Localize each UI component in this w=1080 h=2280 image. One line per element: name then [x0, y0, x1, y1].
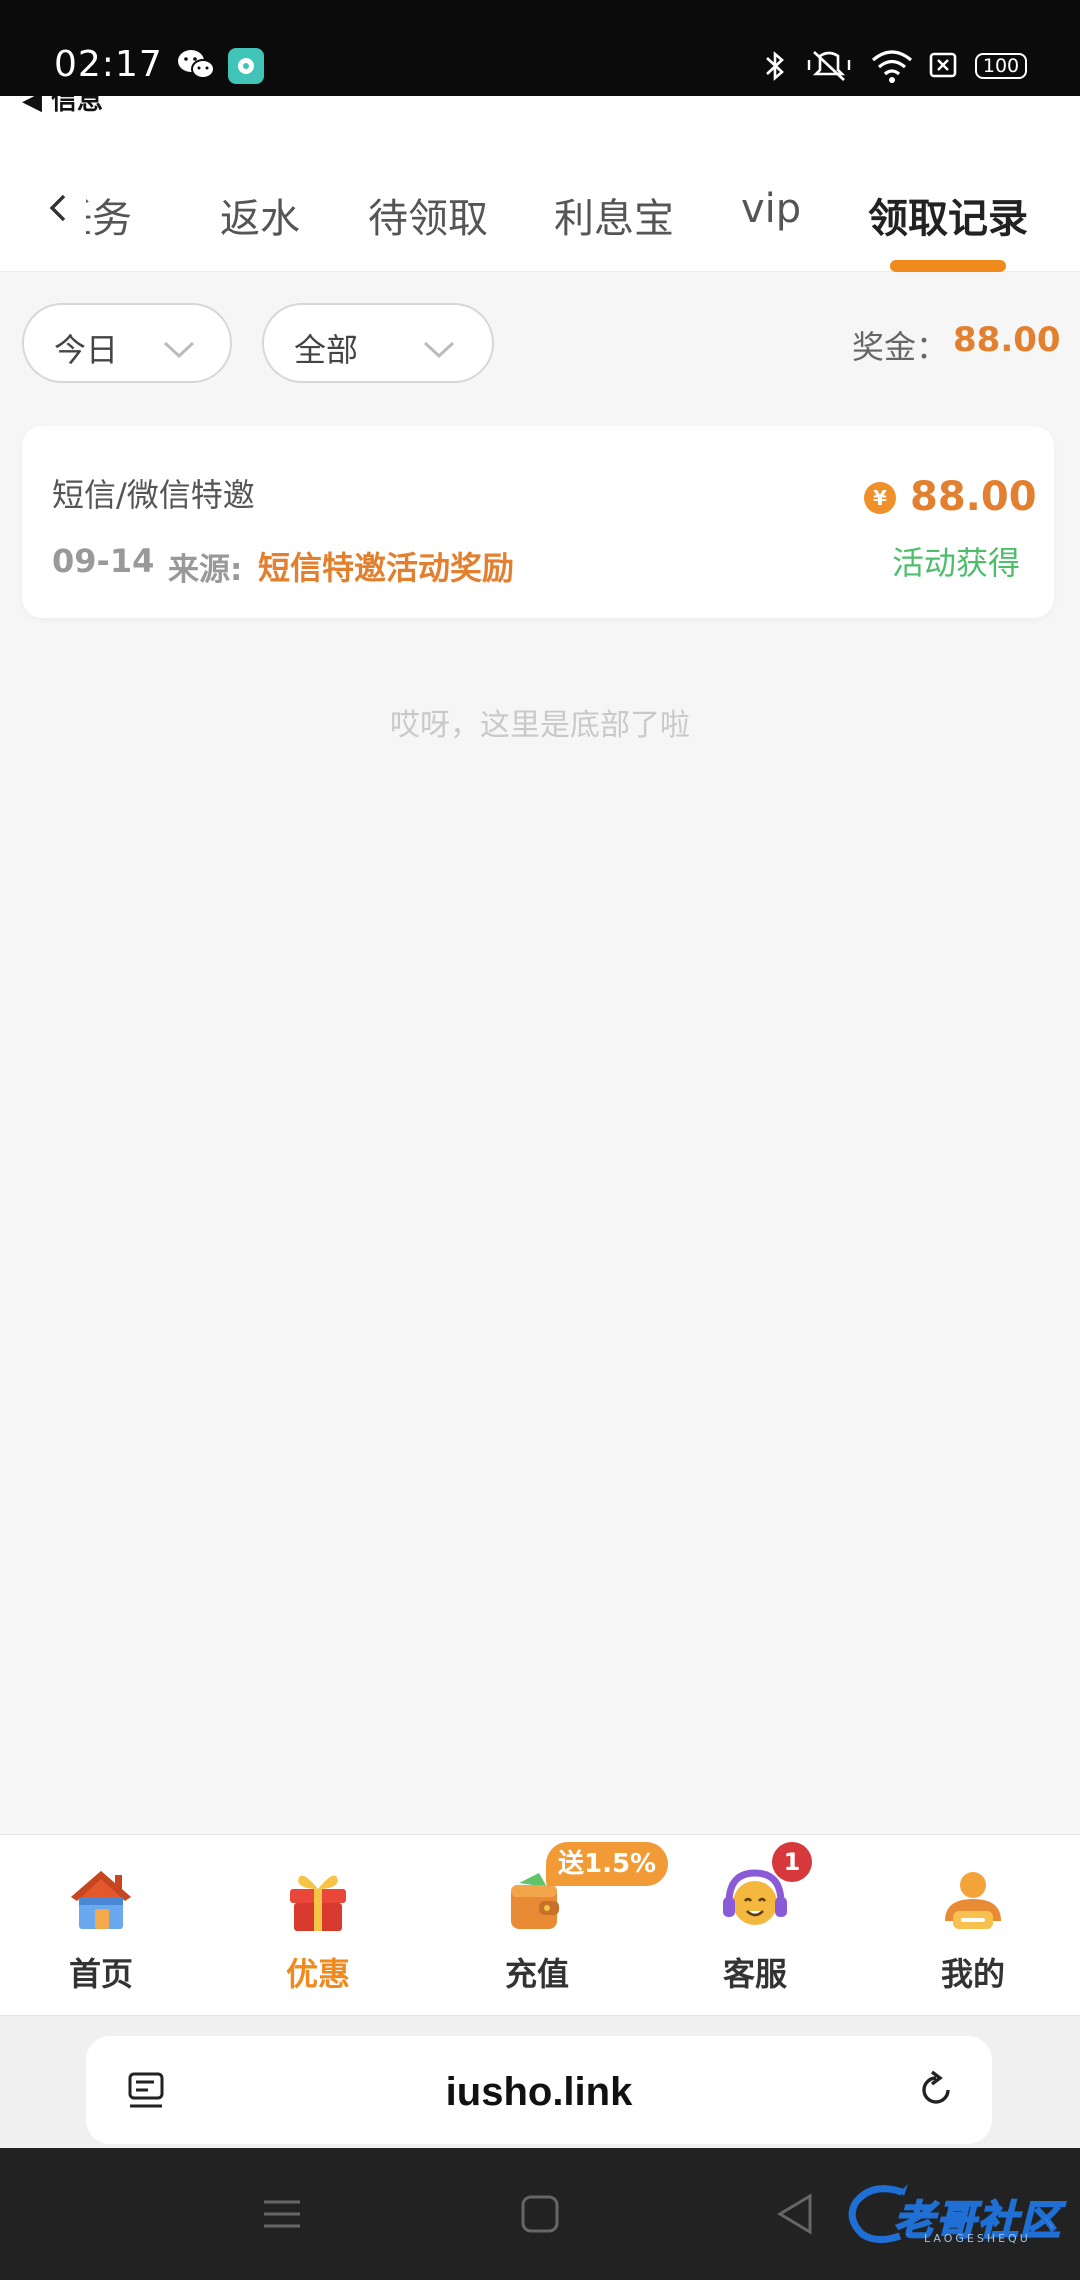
back-triangle-icon[interactable]	[776, 2192, 816, 2240]
system-navigation-bar: 老哥社区 LAOGESHEQU	[0, 2148, 1080, 2280]
browser-toolbar: iusho.link	[0, 2016, 1080, 2148]
type-filter-value: 全部	[294, 331, 359, 369]
nav-customer-service-label: 客服	[722, 1955, 787, 1993]
record-status: 活动获得	[892, 544, 1021, 582]
top-header: ◀ 信息 任务 返水 待领取 利息宝 vip 领取记录	[0, 96, 1080, 272]
active-tab-indicator	[890, 260, 1006, 272]
tab-interest[interactable]: 利息宝	[554, 186, 674, 244]
nav-profile-label: 我的	[940, 1955, 1005, 1993]
battery-icon: 100	[975, 53, 1027, 79]
url-text: iusho.link	[445, 2070, 633, 2114]
wifi-icon	[870, 48, 914, 88]
nav-home[interactable]: 首页	[26, 1835, 176, 2017]
date-filter-value: 今日	[54, 331, 119, 369]
tab-task-clip: 任务	[86, 96, 146, 272]
profile-icon	[935, 1861, 1011, 1937]
bonus-total-label: 奖金：	[852, 328, 949, 366]
chevron-down-icon	[162, 331, 196, 369]
record-source-label: 来源:	[168, 552, 243, 588]
deposit-bonus-tag: 送1.5%	[546, 1842, 669, 1886]
mute-icon	[806, 48, 852, 88]
tab-pending[interactable]: 待领取	[368, 186, 488, 244]
watermark-logo: 老哥社区 LAOGESHEQU	[842, 2178, 1072, 2248]
menu-icon[interactable]	[262, 2194, 302, 2238]
record-date: 09-14	[52, 542, 155, 580]
list-item: 短信/微信特邀 09-14 来源: 短信特邀活动奖励 ¥ 88.00 活动获得	[22, 426, 1054, 618]
nav-promotions[interactable]: 优惠	[243, 1835, 393, 2017]
notification-badge: 1	[772, 1842, 812, 1882]
date-filter-dropdown[interactable]: 今日	[22, 303, 232, 383]
sim-icon	[928, 48, 958, 86]
end-of-list-text: 哎呀，这里是底部了啦	[390, 708, 690, 743]
reload-icon[interactable]	[914, 2068, 958, 2116]
watermark-subtext: LAOGESHEQU	[924, 2232, 1031, 2245]
tab-vip[interactable]: vip	[741, 186, 801, 232]
record-amount: 88.00	[910, 474, 1037, 520]
tab-task[interactable]: 任务	[86, 186, 132, 244]
bluetooth-icon	[762, 48, 788, 88]
record-title: 短信/微信特邀	[52, 476, 255, 514]
record-source: 短信特邀活动奖励	[258, 549, 515, 587]
chevron-down-icon	[422, 331, 456, 369]
home-square-icon[interactable]	[520, 2194, 560, 2238]
house-icon	[63, 1861, 139, 1937]
tab-rebate[interactable]: 返水	[220, 186, 300, 244]
nav-deposit-label: 充值	[504, 1955, 569, 1993]
tab-claim-records[interactable]: 领取记录	[868, 186, 1028, 244]
chevron-left-icon[interactable]	[44, 188, 72, 228]
bonus-total-value: 88.00	[953, 320, 1061, 360]
coin-icon: ¥	[864, 482, 896, 514]
nav-profile[interactable]: 我的	[898, 1835, 1048, 2017]
nav-home-label: 首页	[68, 1955, 133, 1993]
status-bar: 02:17 100	[0, 0, 1080, 96]
type-filter-dropdown[interactable]: 全部	[262, 303, 494, 383]
url-bar[interactable]: iusho.link	[86, 2036, 992, 2144]
wechat-icon	[176, 48, 216, 86]
app-notification-icon	[228, 48, 264, 84]
bottom-nav: 首页 优惠 充值 客服 我的	[0, 1834, 1080, 2016]
status-time: 02:17	[54, 44, 163, 85]
nav-promotions-label: 优惠	[285, 1955, 350, 1993]
gift-icon	[280, 1861, 356, 1937]
